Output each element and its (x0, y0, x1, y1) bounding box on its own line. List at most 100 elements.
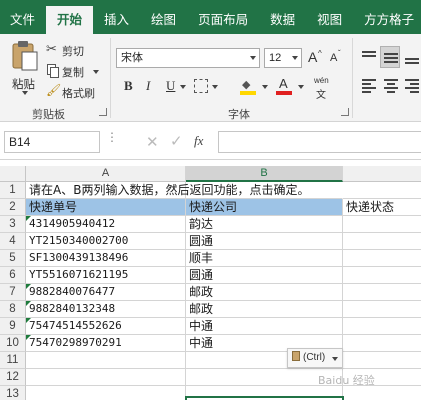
font-size-select[interactable]: 12 (264, 48, 302, 68)
row-header-11[interactable]: 11 (0, 352, 26, 369)
row-header-2[interactable]: 2 (0, 199, 26, 216)
cell-a13[interactable] (26, 386, 186, 400)
row-header-12[interactable]: 12 (0, 369, 26, 386)
tab-view[interactable]: 视图 (306, 6, 353, 34)
cell-a9[interactable]: 75474514552626 (26, 318, 186, 335)
cell-c6[interactable] (343, 267, 421, 284)
borders-button[interactable] (194, 79, 208, 93)
phonetic-label: wén (314, 76, 329, 85)
paste-button[interactable]: 粘贴 (8, 40, 42, 96)
chevron-down-icon (292, 56, 298, 60)
bold-button[interactable]: B (124, 78, 133, 94)
cell-c5[interactable] (343, 250, 421, 267)
enter-icon[interactable]: ✓ (170, 132, 183, 150)
select-all-corner[interactable] (0, 166, 26, 182)
font-launcher-icon[interactable] (341, 108, 349, 116)
fill-color-button[interactable]: ◆ (240, 78, 258, 96)
cell-b4[interactable]: 圆通 (186, 233, 343, 250)
align-center-button[interactable] (382, 76, 400, 94)
cell-b7[interactable]: 邮政 (186, 284, 343, 301)
cancel-icon[interactable]: ✕ (146, 133, 159, 151)
cut-button[interactable]: ✂ 剪切 (46, 41, 104, 58)
tab-home[interactable]: 开始 (46, 6, 94, 34)
copy-button[interactable]: 复制 (46, 63, 104, 79)
vertical-dots-icon[interactable]: ⋮ (106, 131, 118, 143)
cell-b10-text: 中通 (189, 336, 214, 350)
tab-file[interactable]: 文件 (0, 6, 46, 34)
cell-b6[interactable]: 圆通 (186, 267, 343, 284)
column-header-b[interactable]: B (186, 166, 343, 182)
cell-c9[interactable] (343, 318, 421, 335)
cell-c13[interactable] (343, 386, 421, 400)
row-header-1[interactable]: 1 (0, 182, 26, 199)
font-name-select[interactable]: 宋体 (116, 48, 260, 68)
phonetic-button[interactable]: wén 文 (314, 76, 338, 101)
cell-a3[interactable]: 4314905940412 (26, 216, 186, 233)
cell-a8[interactable]: 9882840132348 (26, 301, 186, 318)
cell-b3[interactable]: 韵达 (186, 216, 343, 233)
column-header-a[interactable]: A (26, 166, 186, 182)
tab-draw[interactable]: 绘图 (140, 6, 187, 34)
row-header-3[interactable]: 3 (0, 216, 26, 233)
paste-options-label: (Ctrl) (303, 352, 326, 363)
align-bottom-button[interactable] (403, 48, 421, 66)
fill-color-swatch (240, 91, 256, 95)
name-box[interactable]: B14 (4, 131, 100, 153)
cell-c11[interactable] (343, 352, 421, 369)
paste-options-button[interactable]: (Ctrl) (287, 348, 343, 368)
underline-button[interactable]: U (166, 78, 175, 94)
row-header-4[interactable]: 4 (0, 233, 26, 250)
tab-fangfang[interactable]: 方方格子 (353, 6, 421, 34)
cell-a10-text: 75470298970291 (29, 336, 122, 349)
format-painter-label: 格式刷 (62, 87, 95, 100)
cell-a6[interactable]: YT5516071621195 (26, 267, 186, 284)
shrink-font-button[interactable]: A ˇ (328, 48, 344, 68)
cell-a8-text: 9882840132348 (29, 302, 116, 315)
cell-a2[interactable]: 快递单号 (26, 199, 186, 216)
cell-a9-text: 75474514552626 (29, 319, 122, 332)
row-header-6[interactable]: 6 (0, 267, 26, 284)
cell-a5[interactable]: SF1300439138496 (26, 250, 186, 267)
font-color-button[interactable]: A (276, 76, 294, 96)
cell-a11[interactable] (26, 352, 186, 369)
align-left-button[interactable] (360, 76, 378, 94)
cell-c7[interactable] (343, 284, 421, 301)
italic-button[interactable]: I (146, 78, 150, 94)
column-header-c[interactable]: C (343, 166, 421, 182)
row-header-8[interactable]: 8 (0, 301, 26, 318)
row-header-10[interactable]: 10 (0, 335, 26, 352)
align-right-button[interactable] (403, 76, 421, 94)
cell-a4[interactable]: YT2150340002700 (26, 233, 186, 250)
clipboard-launcher-icon[interactable] (99, 108, 107, 116)
align-middle-button[interactable] (380, 46, 400, 68)
cell-b9[interactable]: 中通 (186, 318, 343, 335)
grow-font-button[interactable]: A ^ (306, 48, 324, 68)
row-header-7[interactable]: 7 (0, 284, 26, 301)
cell-b5[interactable]: 顺丰 (186, 250, 343, 267)
cell-c1[interactable] (343, 182, 421, 199)
row-header-13[interactable]: 13 (0, 386, 26, 400)
cell-a12[interactable] (26, 369, 186, 386)
tab-page-layout[interactable]: 页面布局 (187, 6, 259, 34)
row-header-9[interactable]: 9 (0, 318, 26, 335)
cell-c10[interactable] (343, 335, 421, 352)
format-painter-button[interactable]: 🖌 格式刷 (46, 83, 104, 100)
cell-b2[interactable]: 快递公司 (186, 199, 343, 216)
cell-a1[interactable]: 请在A、B两列输入数据，然后返回功能，点击确定。 (26, 182, 309, 199)
tab-insert[interactable]: 插入 (93, 6, 140, 34)
phonetic-icon: 文 (316, 90, 326, 101)
cell-c8[interactable] (343, 301, 421, 318)
cell-a10[interactable]: 75470298970291 (26, 335, 186, 352)
cell-b8[interactable]: 邮政 (186, 301, 343, 318)
cell-c4[interactable] (343, 233, 421, 250)
cell-c3[interactable] (343, 216, 421, 233)
insert-function-icon[interactable]: fx (194, 133, 203, 149)
formula-input[interactable] (218, 131, 421, 153)
align-top-button[interactable] (360, 48, 378, 66)
tab-data[interactable]: 数据 (259, 6, 306, 34)
watermark: Baidu 经验 (318, 374, 375, 387)
cell-c2[interactable]: 快递状态 (343, 199, 421, 216)
font-color-label: A (279, 76, 288, 91)
row-header-5[interactable]: 5 (0, 250, 26, 267)
cell-a7[interactable]: 9882840076477 (26, 284, 186, 301)
